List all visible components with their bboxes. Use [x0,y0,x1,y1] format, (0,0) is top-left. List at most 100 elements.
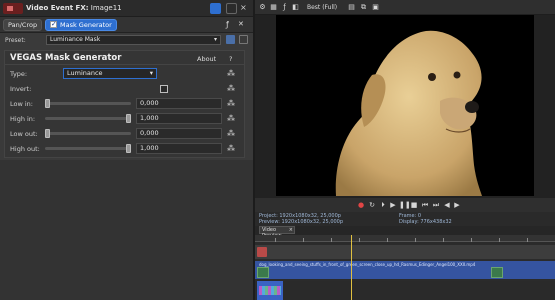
clip-thumbnail [257,267,269,278]
timeline: dog_looking_and_seeing_stuffs_in_front_o… [255,235,555,300]
prev-frame-icon[interactable]: ◀ [443,201,451,209]
video-event-fx-panel: Video Event FX: Image11 × Pan/Crop Mask … [0,0,253,300]
track-3[interactable] [255,281,555,300]
save-snapshot-icon[interactable]: ▣ [371,3,380,12]
chevron-down-icon: ▾ [213,36,217,43]
playhead-cursor[interactable] [351,235,352,300]
plugin-header: VEGAS Mask Generator About ? [5,51,244,65]
keyframe-icon[interactable]: ⁂ [227,84,236,93]
ruler-tick [303,238,304,242]
overlay-icon[interactable]: ▤ [347,3,356,12]
invert-checkbox[interactable] [160,85,168,93]
low-out-value[interactable]: 0,000 [136,128,222,139]
slider-thumb[interactable] [126,144,131,153]
clip-thumbnail [491,267,503,278]
high-in-row: High in: 1,000 ⁂ [5,112,244,127]
low-out-slider[interactable] [45,129,131,138]
ruler-tick [387,238,388,242]
fx-chain-bar: Pan/Crop Mask Generator ƒ ✕ [0,17,253,33]
go-start-icon[interactable]: ⏮ [421,201,429,209]
loop-icon[interactable]: ↻ [368,201,376,209]
track-2-clip[interactable]: dog_looking_and_seeing_stuffs_in_front_o… [255,261,555,279]
preview-viewport [255,15,555,198]
timeline-ruler[interactable] [255,235,555,242]
preview-stats: Project: 1920x1080x32, 25,000p Preview: … [255,212,555,226]
fx-window-title: Video Event FX: Image11 [26,4,122,12]
save-preset-icon[interactable] [226,35,235,44]
ruler-tick [499,238,500,242]
copy-snapshot-icon[interactable]: ⧉ [359,3,368,12]
type-label: Type: [10,70,28,78]
preset-dropdown[interactable]: Luminance Mask ▾ [46,35,221,45]
delete-preset-icon[interactable] [239,35,248,44]
keyframe-icon[interactable]: ⁂ [227,69,236,78]
chain-item-pan-crop[interactable]: Pan/Crop [3,19,43,31]
settings-icon[interactable]: ⚙ [258,3,267,12]
close-icon[interactable]: × [289,227,293,233]
ruler-tick [415,238,416,242]
high-in-value[interactable]: 1,000 [136,113,222,124]
preset-label: Preset: [5,37,26,44]
transport-bar: ● ↻ ⏵ ▶ ❚❚ ■ ⏮ ⏭ ◀ ▶ [255,198,555,212]
high-in-slider[interactable] [45,114,131,123]
ruler-tick [359,238,360,242]
next-frame-icon[interactable]: ▶ [453,201,461,209]
param-label: High in: [10,115,36,123]
high-out-slider[interactable] [45,144,131,153]
dog-image [335,30,482,196]
split-icon[interactable]: ◧ [291,3,300,12]
plugin-title: VEGAS Mask Generator [10,53,122,63]
chevron-down-icon: ▾ [149,69,153,77]
pause-icon[interactable]: ❚❚ [399,201,411,209]
slider-thumb[interactable] [126,114,131,123]
fx-title-bar: Video Event FX: Image11 × [0,0,253,17]
keyframe-icon[interactable]: ⁂ [227,114,236,123]
remove-fx-icon[interactable]: ✕ [238,20,244,28]
invert-label: Invert: [10,85,32,93]
track-1[interactable] [255,245,555,259]
param-label: Low out: [10,130,38,138]
param-label: High out: [10,145,40,153]
media-event[interactable] [257,281,283,300]
ruler-tick [443,238,444,242]
type-row: Type: Luminance ▾ ⁂ [5,67,244,82]
display-info: Display: 776x438x32 [399,219,452,225]
low-in-value[interactable]: 0,000 [136,98,222,109]
low-out-row: Low out: 0,000 ⁂ [5,127,244,142]
slider-thumb[interactable] [45,99,50,108]
tab-video-preview[interactable]: Video Preview × [259,226,295,239]
keyframe-icon[interactable]: ⁂ [227,144,236,153]
video-frame [276,15,534,196]
help-button[interactable]: ? [229,55,232,63]
video-preview-panel: ⚙ ▦ ƒ ◧ Best (Full) ▤ ⧉ ▣ ● ↻ ⏵ ▶ ❚❚ ■ ⏮… [255,0,555,300]
about-button[interactable]: About [197,55,216,63]
grid-icon[interactable]: ▦ [269,3,278,12]
slider-thumb[interactable] [45,129,50,138]
keyframe-icon[interactable]: ⁂ [227,99,236,108]
enable-checkbox[interactable] [50,19,57,29]
param-label: Low in: [10,100,33,108]
go-end-icon[interactable]: ⏭ [432,201,440,209]
event-thumbnail[interactable] [257,247,267,257]
preview-quality-dropdown[interactable]: Best (Full) [307,4,337,11]
fx-icon[interactable]: ƒ [280,3,289,12]
mask-generator-plugin: VEGAS Mask Generator About ? Type: Lumin… [4,50,245,158]
plugin-chooser-button[interactable] [226,3,237,14]
close-icon[interactable]: × [240,3,251,14]
stop-icon[interactable]: ■ [410,201,418,209]
fx-icon[interactable]: ƒ [226,20,229,29]
play-from-start-icon[interactable]: ⏵ [379,201,387,209]
keyframe-icon[interactable]: ⁂ [227,129,236,138]
preview-toolbar: ⚙ ▦ ƒ ◧ Best (Full) ▤ ⧉ ▣ [255,0,555,15]
play-icon[interactable]: ▶ [389,201,397,209]
chain-item-mask-generator[interactable]: Mask Generator [45,19,117,31]
high-out-value[interactable]: 1,000 [136,143,222,154]
low-in-row: Low in: 0,000 ⁂ [5,97,244,112]
high-out-row: High out: 1,000 ⁂ [5,142,244,157]
record-icon[interactable]: ● [357,201,365,209]
layout-toggle-button[interactable] [210,3,221,14]
type-dropdown[interactable]: Luminance ▾ [63,68,157,79]
ruler-tick [275,238,276,242]
low-in-slider[interactable] [45,99,131,108]
ruler-tick [331,238,332,242]
